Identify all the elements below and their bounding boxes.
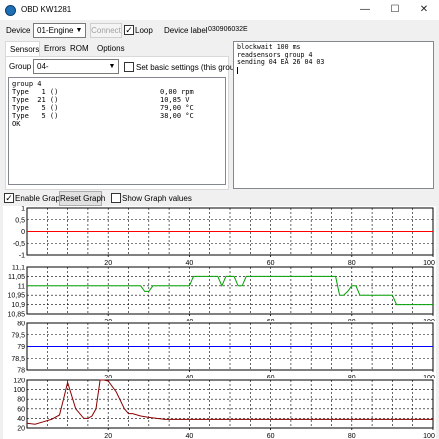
y-tick-label: 78,5 — [11, 356, 25, 363]
chevron-down-icon: ▼ — [108, 63, 116, 70]
y-tick-label: 11,1 — [12, 265, 25, 272]
y-tick-label: 0,5 — [15, 217, 25, 224]
enable-graph-label: Enable Graph — [15, 194, 65, 203]
x-tick-label: 60 — [267, 433, 275, 439]
y-tick-label: 11 — [18, 283, 25, 290]
connect-button[interactable]: Connect — [90, 23, 122, 38]
y-tick-label: 100 — [13, 387, 25, 394]
y-tick-label: 79,5 — [11, 332, 25, 339]
sensor-value: 0,00 rpm — [160, 88, 194, 96]
y-tick-label: 10,85 — [7, 312, 25, 319]
y-tick-label: 11,05 — [8, 274, 25, 281]
group-select[interactable]: 04- ▼ — [33, 59, 119, 74]
loop-checkbox[interactable]: ✓ — [124, 25, 134, 35]
y-tick-label: 1 — [21, 206, 25, 213]
sensor-value: 38,00 °C — [160, 112, 194, 120]
tab-rom[interactable]: ROM — [66, 41, 92, 56]
graph-1: 10,50-0,5-120 40 60 80 100 — [13, 206, 435, 266]
sensor-name: Type 21 () — [12, 96, 59, 104]
y-tick-label: 60 — [17, 406, 25, 413]
sensor-status: OK — [12, 120, 21, 128]
log-output[interactable]: blockwait 100 ms readsensors group 4 sendi… — [233, 41, 434, 189]
sensor-group-header: group 4 — [12, 80, 42, 88]
y-tick-label: 0 — [21, 229, 25, 236]
y-tick-label: 78 — [17, 368, 25, 375]
text-cursor — [237, 66, 238, 74]
minimize-button[interactable]: — — [350, 0, 380, 20]
log-line: sending 04 EA 26 04 03 — [237, 58, 325, 66]
basic-settings-checkbox[interactable] — [124, 62, 134, 72]
device-label: Device — [6, 26, 31, 35]
sensor-value: 10,85 V — [160, 96, 190, 104]
show-graph-values-label: Show Graph values — [122, 194, 192, 203]
y-tick-label: -0,5 — [13, 241, 25, 248]
y-tick-label: 80 — [17, 397, 25, 404]
x-tick-label: 80 — [348, 433, 356, 439]
tab-errors[interactable]: Errors — [40, 41, 66, 56]
title-bar: OBD KW1281 — ☐ ✕ — [0, 0, 439, 20]
maximize-button[interactable]: ☐ — [380, 0, 410, 20]
sensor-row: Type 21 () 10,85 V — [12, 96, 222, 104]
y-tick-label: 80 — [17, 321, 25, 328]
graph-panel-3: 8079,57978,57820406080100 — [3, 321, 436, 381]
close-button[interactable]: ✕ — [409, 0, 439, 20]
sensor-name: Type 5 () — [12, 104, 59, 112]
sensor-name: Type 5 () — [12, 112, 59, 120]
y-tick-label: 120 — [13, 378, 25, 385]
group-label: Group — [9, 62, 32, 71]
y-tick-label: -1 — [19, 253, 25, 260]
toolbar: Device 01-Engine ▼ Connect ✓ Loop Device… — [0, 20, 439, 42]
loop-label: Loop — [135, 26, 153, 35]
tab-sensors[interactable]: Sensors — [5, 41, 40, 56]
y-tick-label: 10,95 — [7, 293, 25, 300]
graph-panel-1: 1 0,5 0 -0,5 -1 20 40 60 80 100 — [3, 206, 436, 266]
tab-options[interactable]: Options — [93, 41, 127, 56]
device-select-value: 01-Engine — [37, 26, 74, 35]
y-tick-label: 10,9 — [11, 302, 25, 309]
sensor-readout: group 4 Type 1 () 0,00 rpm Type 21 () 10,8… — [8, 77, 226, 185]
y-tick-label: 79 — [17, 344, 25, 351]
basic-settings-label: Set basic settings (this group — [136, 63, 239, 72]
x-tick-label: 100 — [423, 433, 435, 439]
graph-4: 120 100 80 60 40 20 20 40 60 80 100 — [13, 378, 435, 439]
device-label-value: 030906032E — [208, 26, 248, 33]
graph-panel-4: 120 100 80 60 40 20 20 40 60 80 100 — [3, 378, 436, 439]
plot-area — [26, 266, 434, 315]
app-icon — [5, 5, 16, 16]
y-tick-label: 40 — [17, 416, 25, 423]
window-title: OBD KW1281 — [21, 5, 72, 14]
graph-2: 11,111,051110,9510,910,8520406080100 — [7, 265, 434, 325]
sensor-row: Type 1 () 0,00 rpm — [12, 88, 222, 96]
group-select-value: 04- — [37, 62, 49, 71]
reset-graph-button[interactable]: Reset Graph — [59, 191, 105, 206]
graph-controls: ✓ Enable Graph Reset Graph Show Graph va… — [0, 190, 439, 206]
sensor-name: Type 1 () — [12, 88, 59, 96]
sensor-row: Type 5 () 79,00 °C — [12, 104, 222, 112]
device-label-caption: Device label — [164, 26, 208, 35]
y-tick-label: 20 — [17, 426, 25, 433]
show-graph-values-checkbox[interactable] — [111, 193, 121, 203]
x-tick-label: 20 — [104, 433, 112, 439]
graph-panel-2: 11,111,051110,9510,910,8520406080100 — [3, 265, 436, 325]
graph-3: 8079,57978,57820406080100 — [11, 321, 435, 381]
device-select[interactable]: 01-Engine ▼ — [33, 23, 86, 38]
sensor-row: Type 5 () 38,00 °C — [12, 112, 222, 120]
enable-graph-checkbox[interactable]: ✓ — [4, 193, 14, 203]
chevron-down-icon: ▼ — [75, 27, 83, 34]
sensor-value: 79,00 °C — [160, 104, 194, 112]
x-tick-label: 40 — [186, 433, 194, 439]
